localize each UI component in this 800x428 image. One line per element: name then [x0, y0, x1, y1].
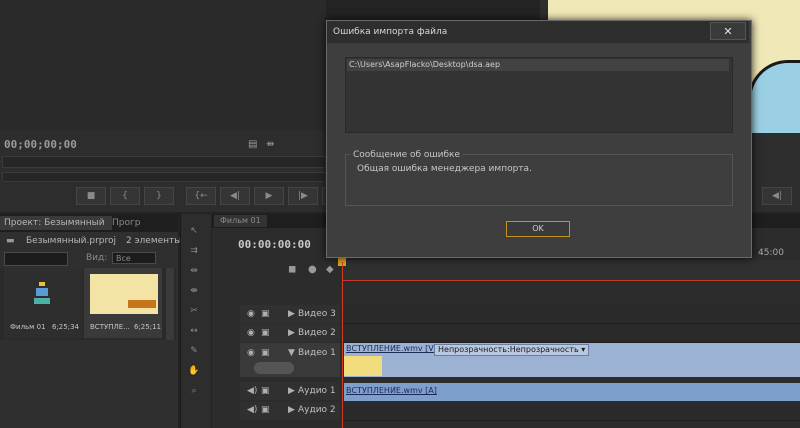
lock-toggle-icon[interactable]: ▣ — [261, 328, 270, 338]
play-button[interactable]: ▶ — [254, 187, 284, 205]
source-zoom-bar[interactable] — [2, 172, 326, 182]
track-name: Видео 2 — [298, 328, 336, 338]
track-name: Аудио 2 — [298, 405, 336, 415]
speaker-icon[interactable]: ◀) — [247, 386, 257, 396]
eye-icon[interactable]: ◉ — [247, 348, 255, 358]
tab-project[interactable]: Проект: Безымянный — [0, 216, 112, 230]
track-name: Аудио 1 — [298, 386, 336, 396]
dialog-title: Ошибка импорта файла — [333, 27, 448, 37]
folder-icon: ▬ — [6, 236, 15, 246]
tab-program[interactable]: Прогр — [108, 216, 176, 230]
video-thumbnail-bar — [128, 300, 156, 308]
project-tabs: Проект: Безымянный Прогр — [0, 214, 178, 232]
pen-tool-icon[interactable]: ✎ — [186, 344, 202, 358]
expand-track-icon[interactable]: ▶ — [288, 309, 295, 319]
audio-clip-title[interactable]: ВСТУПЛЕНИЕ.wmv [A] — [346, 386, 437, 395]
razor-tool-icon[interactable]: ✂ — [186, 304, 202, 318]
lock-toggle-icon[interactable]: ▣ — [261, 348, 270, 358]
track-name: Видео 1 — [298, 348, 336, 358]
marker-icon[interactable]: ● — [308, 264, 317, 275]
step-back-button[interactable]: ◀| — [220, 187, 250, 205]
item-count: 2 элементы — [126, 236, 182, 246]
item-duration: 6;25;34 — [52, 323, 79, 331]
keyframe-nav[interactable] — [254, 362, 294, 374]
track-lane-video-2[interactable] — [342, 324, 800, 343]
keyframe-icon[interactable]: ◆ — [326, 264, 334, 275]
stop-button[interactable]: ■ — [76, 187, 106, 205]
view-select[interactable]: Все — [112, 252, 156, 264]
video-thumbnail — [90, 274, 158, 314]
expand-track-icon[interactable]: ▶ — [288, 328, 295, 338]
source-timecode[interactable]: 00;00;00;00 — [4, 138, 77, 151]
hand-tool-icon[interactable]: ✋ — [186, 364, 202, 378]
eye-icon[interactable]: ◉ — [247, 328, 255, 338]
ripple-edit-tool-icon[interactable]: ⇹ — [186, 264, 202, 278]
view-label: Вид: — [86, 253, 108, 263]
lock-toggle-icon[interactable]: ▣ — [261, 405, 270, 415]
timeline-ruler[interactable] — [342, 260, 800, 281]
track-lane-video-3[interactable] — [342, 305, 800, 324]
snap-icon[interactable]: ◼ — [288, 264, 296, 275]
source-time-ruler[interactable] — [2, 156, 326, 168]
collapse-track-icon[interactable]: ▼ — [288, 348, 295, 358]
rolling-edit-tool-icon[interactable]: ⇼ — [186, 284, 202, 298]
tab-sequence[interactable]: Фильм 01 — [214, 215, 267, 227]
file-list-item[interactable]: C:\Users\AsapFlacko\Desktop\dsa.aep — [347, 59, 729, 71]
track-lane-audio-2[interactable] — [342, 402, 800, 421]
error-message-group — [345, 154, 733, 206]
playhead-line[interactable] — [342, 262, 343, 428]
item-name: Фильм 01 — [10, 323, 46, 331]
track-name: Видео 3 — [298, 309, 336, 319]
project-scrollbar[interactable] — [166, 268, 174, 340]
lock-toggle-icon[interactable]: ▣ — [261, 309, 270, 319]
video-clip-thumbnail — [344, 356, 382, 376]
expand-track-icon[interactable]: ▶ — [288, 405, 295, 415]
step-forward-button[interactable]: |▶ — [288, 187, 318, 205]
program-step-back-button[interactable]: ◀| — [762, 187, 792, 205]
speaker-icon[interactable]: ◀) — [247, 405, 257, 415]
expand-track-icon[interactable]: ▶ — [288, 386, 295, 396]
lock-toggle-icon[interactable]: ▣ — [261, 386, 270, 396]
track-select-tool-icon[interactable]: ⇉ — [186, 244, 202, 258]
item-duration: 6;25;11 — [134, 323, 161, 331]
selection-tool-icon[interactable]: ↖ — [186, 224, 202, 238]
film-icon[interactable]: ▤ — [248, 139, 257, 150]
source-viewport[interactable] — [0, 0, 326, 130]
timeline-timecode[interactable]: 00:00:00:00 — [238, 238, 311, 251]
mark-in-button[interactable]: { — [110, 187, 140, 205]
video-clip-title[interactable]: ВСТУПЛЕНИЕ.wmv [V] — [346, 344, 437, 353]
error-message: Общая ошибка менеджера импорта. — [357, 164, 532, 174]
opacity-effect-dropdown[interactable]: Непрозрачность:Непрозрачность ▾ — [434, 344, 590, 356]
transport-icons[interactable]: ⇻ — [266, 139, 274, 150]
sequence-icon — [34, 282, 50, 304]
item-name: ВСТУПЛЕ... — [90, 323, 130, 331]
project-name: Безымянный.prproj — [26, 236, 117, 246]
ruler-label: 45:00 — [758, 248, 784, 258]
zoom-tool-icon[interactable]: ⌕ — [186, 384, 202, 398]
eye-icon[interactable]: ◉ — [247, 309, 255, 319]
close-button[interactable]: ✕ — [710, 22, 746, 40]
slip-tool-icon[interactable]: ↔ — [186, 324, 202, 338]
project-search-input[interactable] — [4, 252, 68, 266]
go-to-in-button[interactable]: {← — [186, 187, 216, 205]
mark-out-button[interactable]: } — [144, 187, 174, 205]
error-group-label: Сообщение об ошибке — [350, 150, 464, 160]
ok-button[interactable]: OK — [506, 221, 570, 237]
